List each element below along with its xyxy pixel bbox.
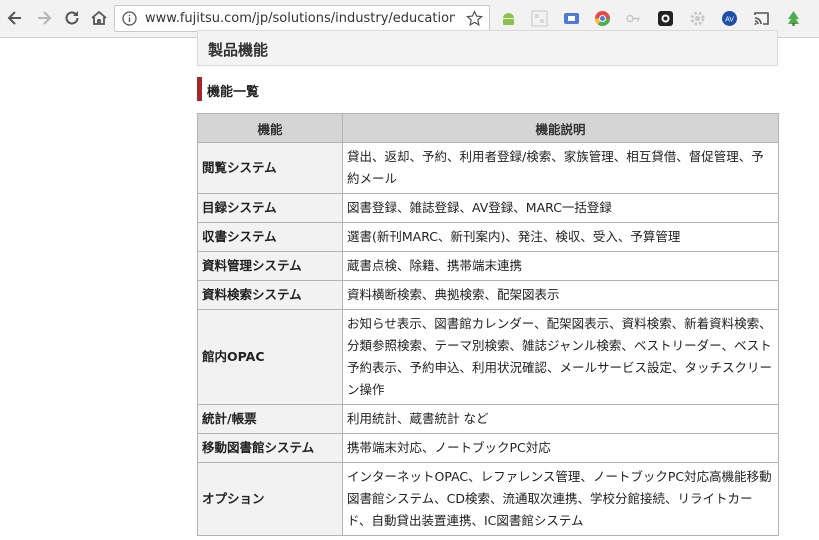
feature-table: 機能 機能説明 閲覧システム 貸出、返却、予約、利用者登録/検索、家族管理、相互… bbox=[197, 113, 779, 536]
table-header-row: 機能 機能説明 bbox=[197, 113, 779, 143]
feature-name: 館内OPAC bbox=[197, 309, 343, 405]
feature-name: 資料管理システム bbox=[197, 251, 343, 281]
back-icon[interactable] bbox=[5, 8, 25, 28]
chrome-color-icon[interactable] bbox=[594, 10, 611, 27]
table-row: オプション インターネットOPAC、レファレンス管理、ノートブックPC対応高機能… bbox=[197, 462, 779, 536]
table-row: 資料管理システム 蔵書点検、除籍、携帯端末連携 bbox=[197, 251, 779, 281]
av-icon[interactable]: AV bbox=[721, 10, 738, 27]
feature-name: 統計/帳票 bbox=[197, 404, 343, 434]
address-bar[interactable]: www.fujitsu.com/jp/solutions/industry/ed… bbox=[114, 5, 490, 32]
extension-icon[interactable] bbox=[563, 10, 580, 27]
feature-description: お知らせ表示、図書館カレンダー、配架図表示、資料検索、新着資料検索、分類参照検索… bbox=[342, 309, 779, 405]
column-header-feature: 機能 bbox=[197, 113, 343, 143]
feature-name: 収書システム bbox=[197, 222, 343, 252]
table-row: 統計/帳票 利用統計、蔵書統計 など bbox=[197, 404, 779, 434]
feature-name: オプション bbox=[197, 462, 343, 536]
camera-icon[interactable] bbox=[657, 10, 674, 27]
table-row: 閲覧システム 貸出、返却、予約、利用者登録/検索、家族管理、相互貸借、督促管理、… bbox=[197, 142, 779, 194]
feature-name: 移動図書館システム bbox=[197, 433, 343, 463]
leaf-icon[interactable] bbox=[785, 10, 802, 27]
section-title: 製品機能 bbox=[208, 41, 269, 59]
forward-icon[interactable] bbox=[34, 8, 54, 28]
subheading-text: 機能一覧 bbox=[207, 85, 260, 100]
extension-grid-icon[interactable] bbox=[531, 10, 548, 27]
android-icon[interactable] bbox=[500, 10, 517, 27]
accent-bar bbox=[197, 77, 202, 101]
feature-description: 図書登録、雑誌登録、AV登録、MARC一括登録 bbox=[342, 193, 779, 223]
reload-icon[interactable] bbox=[62, 8, 82, 28]
table-row: 移動図書館システム 携帯端末対応、ノートブックPC対応 bbox=[197, 433, 779, 463]
home-icon[interactable] bbox=[89, 8, 109, 28]
feature-description: 利用統計、蔵書統計 など bbox=[342, 404, 779, 434]
table-row: 資料検索システム 資料横断検索、典拠検索、配架図表示 bbox=[197, 280, 779, 310]
section-header: 製品機能 bbox=[197, 30, 778, 66]
key-icon[interactable] bbox=[625, 10, 642, 27]
feature-description: 貸出、返却、予約、利用者登録/検索、家族管理、相互貸借、督促管理、予約メール bbox=[342, 142, 779, 194]
cast-icon[interactable] bbox=[753, 10, 770, 27]
url-text[interactable]: www.fujitsu.com/jp/solutions/industry/ed… bbox=[145, 11, 455, 26]
gear-icon[interactable] bbox=[689, 10, 706, 27]
column-header-description: 機能説明 bbox=[342, 113, 779, 143]
table-row: 目録システム 図書登録、雑誌登録、AV登録、MARC一括登録 bbox=[197, 193, 779, 223]
table-row: 館内OPAC お知らせ表示、図書館カレンダー、配架図表示、資料検索、新着資料検索… bbox=[197, 309, 779, 405]
feature-name: 目録システム bbox=[197, 193, 343, 223]
table-row: 収書システム 選書(新刊MARC、新刊案内)、発注、検収、受入、予算管理 bbox=[197, 222, 779, 252]
feature-description: 携帯端末対応、ノートブックPC対応 bbox=[342, 433, 779, 463]
feature-description: 選書(新刊MARC、新刊案内)、発注、検収、受入、予算管理 bbox=[342, 222, 779, 252]
feature-description: 資料横断検索、典拠検索、配架図表示 bbox=[342, 280, 779, 310]
feature-name: 資料検索システム bbox=[197, 280, 343, 310]
star-icon[interactable] bbox=[465, 10, 484, 27]
svg-text:AV: AV bbox=[725, 17, 734, 24]
feature-name: 閲覧システム bbox=[197, 142, 343, 194]
feature-description: 蔵書点検、除籍、携帯端末連携 bbox=[342, 251, 779, 281]
info-icon[interactable] bbox=[122, 11, 137, 26]
feature-description: インターネットOPAC、レファレンス管理、ノートブックPC対応高機能移動図書館シ… bbox=[342, 462, 779, 536]
